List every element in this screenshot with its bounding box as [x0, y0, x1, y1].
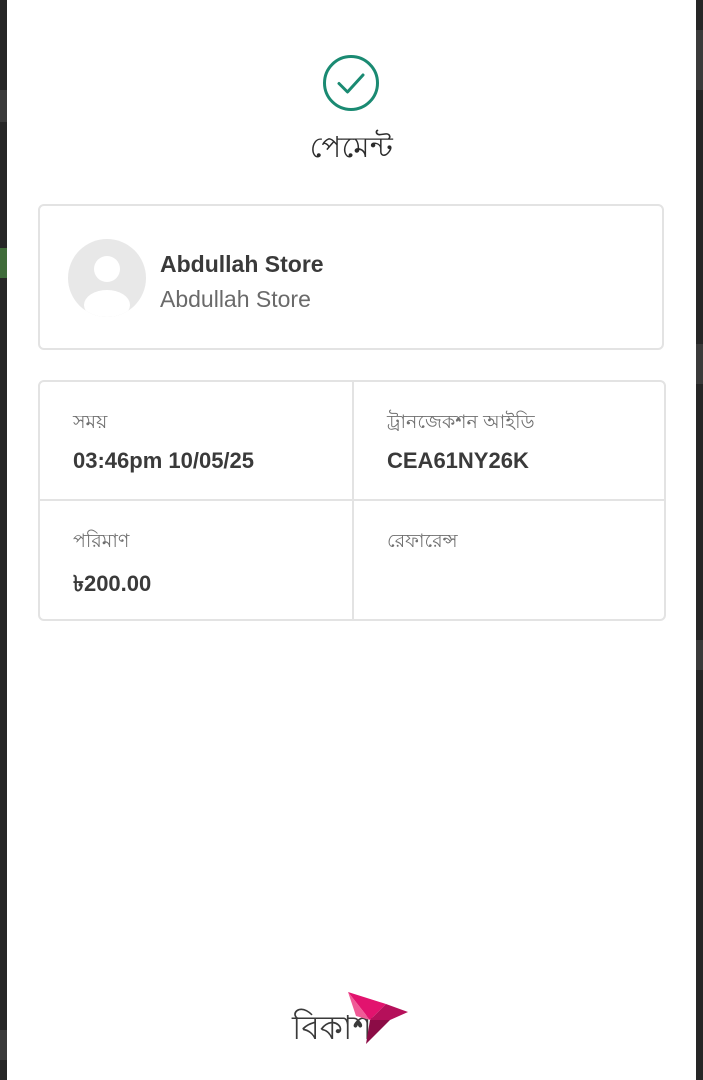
reference-label: রেফারেন্স [387, 531, 458, 552]
transaction-id-value: CEA61NY26K [387, 448, 529, 473]
merchant-name: Abdullah Store [160, 251, 324, 277]
bkash-logo: বিকাশ [292, 990, 412, 1047]
time-value: 03:46pm 10/05/25 [73, 448, 255, 473]
merchant-card: Abdullah Store Abdullah Store [38, 204, 664, 350]
time-label: সময় [73, 412, 108, 433]
grid-divider-horizontal [40, 499, 664, 501]
amount-label: পরিমাণ [73, 531, 130, 552]
transaction-id-label: ট্রানজেকশন আইডি [387, 412, 535, 433]
merchant-account: Abdullah Store [160, 286, 311, 312]
amount-value: ৳200.00 [73, 571, 152, 596]
page-title: পেমেন্ট [309, 132, 394, 164]
bkash-bird-icon [348, 992, 408, 1044]
transaction-details-grid: সময় 03:46pm 10/05/25 ট্রানজেকশন আইডি CE… [38, 380, 666, 621]
check-circle-icon [323, 55, 379, 111]
user-placeholder-icon [68, 239, 146, 317]
payment-receipt-sheet: পেমেন্ট Abdullah Store Abdullah Store সম… [0, 0, 703, 1080]
